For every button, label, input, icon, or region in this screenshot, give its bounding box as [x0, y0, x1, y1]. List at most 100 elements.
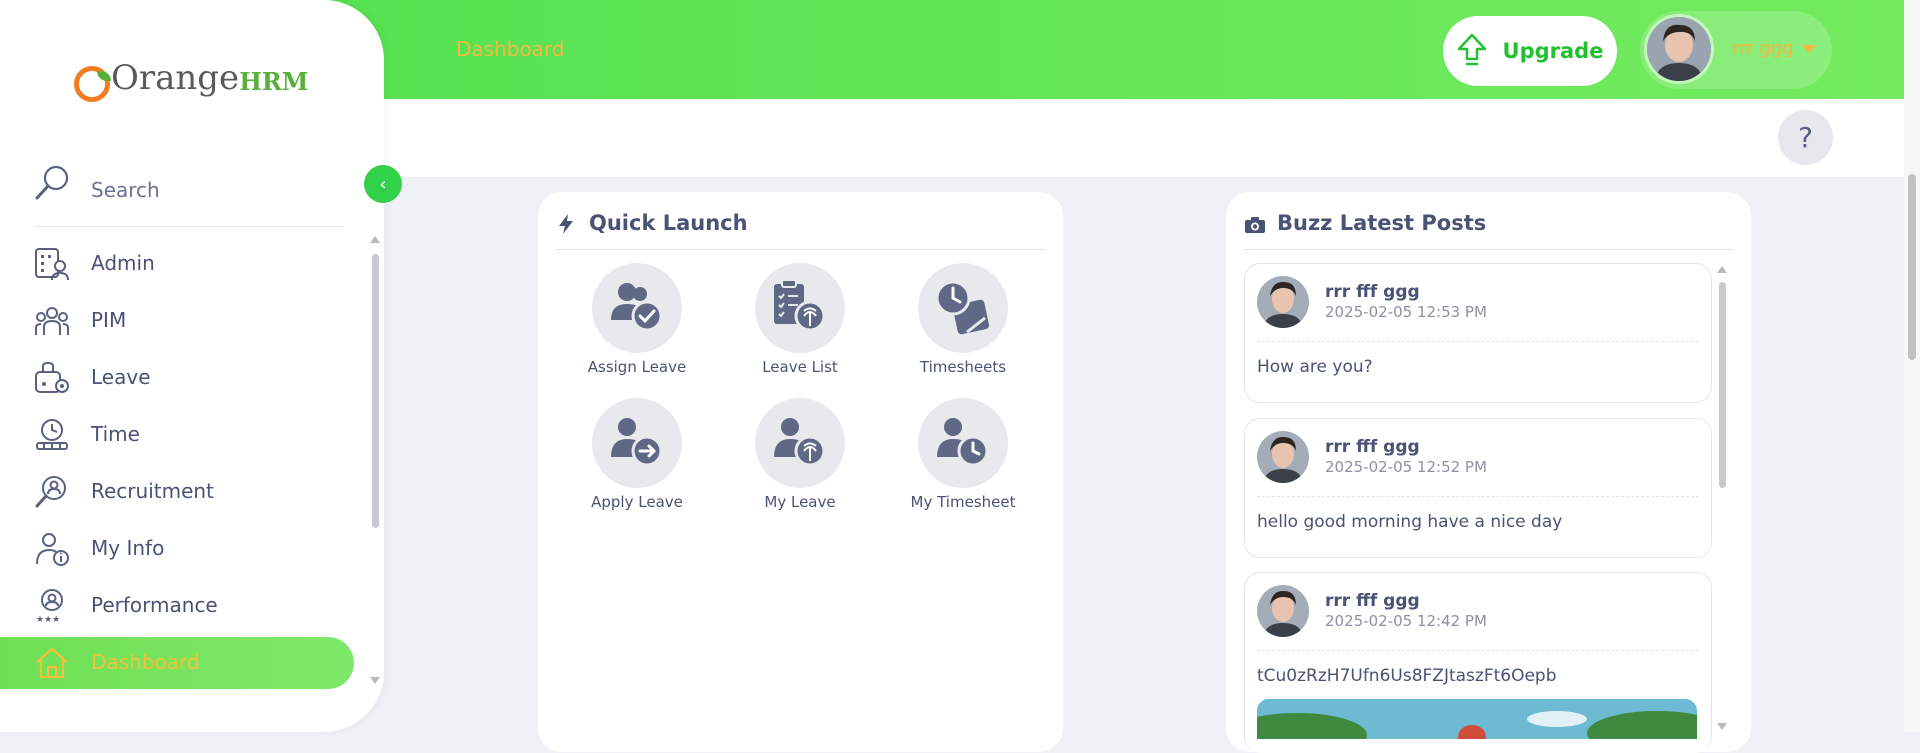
scroll-up-icon[interactable] — [370, 236, 380, 243]
post-text: hello good morning have a nice day — [1257, 512, 1563, 532]
logo-text: Orange — [111, 58, 240, 98]
divider — [1244, 249, 1733, 250]
sidebar-item-label: Time — [91, 422, 140, 446]
sidebar-item-label: Performance — [91, 593, 218, 617]
divider — [556, 249, 1045, 250]
lightning-icon — [559, 214, 573, 234]
sidebar-item-admin[interactable]: Admin — [0, 238, 354, 290]
sidebar-item-leave[interactable]: Leave — [0, 352, 354, 404]
sidebar-item-pim[interactable]: PIM — [0, 295, 354, 347]
sidebar-item-dashboard[interactable]: Dashboard — [0, 637, 354, 689]
scroll-down-icon[interactable] — [1717, 723, 1727, 730]
post-text: How are you? — [1257, 357, 1373, 377]
sidebar-item-performance[interactable]: ★★★ Performance — [0, 580, 354, 632]
post-image[interactable] — [1257, 699, 1697, 739]
my-timesheet-icon — [937, 418, 989, 467]
sidebar-item-label: Leave — [91, 365, 151, 389]
quick-launch-timesheets[interactable]: Timesheets — [888, 263, 1038, 376]
sub-header — [384, 99, 1904, 177]
search-icon — [35, 165, 69, 200]
scroll-down-icon[interactable] — [370, 677, 380, 684]
buzz-post[interactable]: rrr fff ggg 2025-02-05 12:42 PM tCu0zRzH… — [1244, 572, 1712, 753]
page-title: Dashboard — [456, 37, 565, 61]
sidebar-search[interactable]: Search — [34, 160, 344, 227]
my-leave-icon — [774, 418, 826, 467]
apply-leave-button[interactable] — [592, 398, 682, 488]
quick-launch-label: Assign Leave — [587, 358, 687, 376]
leave-list-icon — [774, 279, 826, 332]
quick-launch-apply-leave[interactable]: Apply Leave — [562, 398, 712, 511]
scrollbar-thumb[interactable] — [1908, 174, 1916, 360]
buzz-post[interactable]: rrr fff ggg 2025-02-05 12:52 PM hello go… — [1244, 418, 1712, 558]
help-icon: ? — [1798, 121, 1813, 154]
orangehrm-logo[interactable]: Orange HRM — [74, 48, 309, 102]
quick-launch-label: Apply Leave — [591, 493, 683, 511]
divider — [1257, 496, 1699, 497]
post-image-picture — [1257, 699, 1697, 739]
performance-icon: ★★★ — [36, 589, 63, 624]
sidebar-item-label: My Info — [91, 536, 165, 560]
sidebar-item-time[interactable]: Time — [0, 409, 354, 461]
sidebar-item-label: Admin — [91, 251, 155, 275]
sidebar: Orange HRM Search Admin PIM Leave Time R… — [0, 0, 384, 732]
upgrade-label: Upgrade — [1502, 39, 1604, 63]
quick-launch-label: My Timesheet — [910, 493, 1016, 511]
orange-icon — [74, 66, 111, 102]
quick-launch-title: Quick Launch — [589, 211, 748, 235]
avatar — [1257, 585, 1309, 637]
chevron-down-icon — [1802, 45, 1816, 53]
chevron-left-icon: ‹ — [379, 173, 387, 195]
apply-leave-icon — [611, 418, 663, 467]
sidebar-item-my-info[interactable]: My Info — [0, 523, 354, 575]
user-dropdown[interactable]: rrr ggg — [1640, 11, 1832, 89]
sidebar-collapse-button[interactable]: ‹ — [364, 165, 402, 203]
help-button[interactable]: ? — [1778, 110, 1833, 165]
quick-launch-leave-list[interactable]: Leave List — [725, 263, 875, 376]
buzz-scrollbar[interactable] — [1717, 264, 1729, 730]
buzz-post[interactable]: rrr fff ggg 2025-02-05 12:53 PM How are … — [1244, 263, 1712, 403]
sidebar-item-label: PIM — [91, 308, 127, 332]
recruitment-icon — [35, 476, 66, 508]
admin-icon — [35, 248, 69, 281]
assign-leave-button[interactable] — [592, 263, 682, 353]
sidebar-item-label: Dashboard — [91, 650, 200, 674]
avatar — [1644, 14, 1714, 84]
post-text: tCu0zRzH7Ufn6Us8FZJtaszFt6Oepb — [1257, 666, 1557, 686]
sidebar-item-recruitment[interactable]: Recruitment — [0, 466, 354, 518]
svg-text:★★★: ★★★ — [36, 615, 60, 624]
quick-launch-label: My Leave — [764, 493, 836, 511]
page-scrollbar[interactable] — [1904, 0, 1920, 732]
sidebar-item-label: Recruitment — [91, 479, 214, 503]
post-time: 2025-02-05 12:53 PM — [1325, 303, 1487, 321]
pim-icon — [35, 307, 69, 335]
post-author: rrr fff ggg — [1325, 282, 1420, 302]
avatar — [1257, 431, 1309, 483]
post-author: rrr fff ggg — [1325, 437, 1420, 457]
timesheets-button[interactable] — [918, 263, 1008, 353]
scrollbar-thumb[interactable] — [1719, 282, 1726, 488]
quick-launch-my-leave[interactable]: My Leave — [725, 398, 875, 511]
quick-launch-label: Leave List — [762, 358, 838, 376]
timesheets-icon — [935, 280, 990, 335]
sidebar-scrollbar[interactable] — [370, 236, 382, 688]
search-label: Search — [91, 178, 160, 202]
post-time: 2025-02-05 12:52 PM — [1325, 458, 1487, 476]
home-icon — [36, 647, 68, 679]
quick-launch-label: Timesheets — [919, 358, 1007, 376]
divider — [1257, 650, 1699, 651]
time-icon — [36, 419, 68, 450]
divider — [1257, 341, 1699, 342]
my-leave-button[interactable] — [755, 398, 845, 488]
quick-launch-my-timesheet[interactable]: My Timesheet — [888, 398, 1038, 511]
upgrade-button[interactable]: Upgrade — [1443, 16, 1617, 86]
logo-suffix: HRM — [239, 67, 309, 96]
buzz-title: Buzz Latest Posts — [1277, 211, 1487, 235]
camera-icon — [1245, 217, 1265, 233]
leave-list-button[interactable] — [755, 263, 845, 353]
my-timesheet-button[interactable] — [918, 398, 1008, 488]
scroll-up-icon[interactable] — [1717, 266, 1727, 273]
my-info-icon — [36, 533, 69, 566]
scrollbar-thumb[interactable] — [372, 254, 379, 528]
quick-launch-assign-leave[interactable]: Assign Leave — [562, 263, 712, 376]
avatar — [1257, 276, 1309, 328]
